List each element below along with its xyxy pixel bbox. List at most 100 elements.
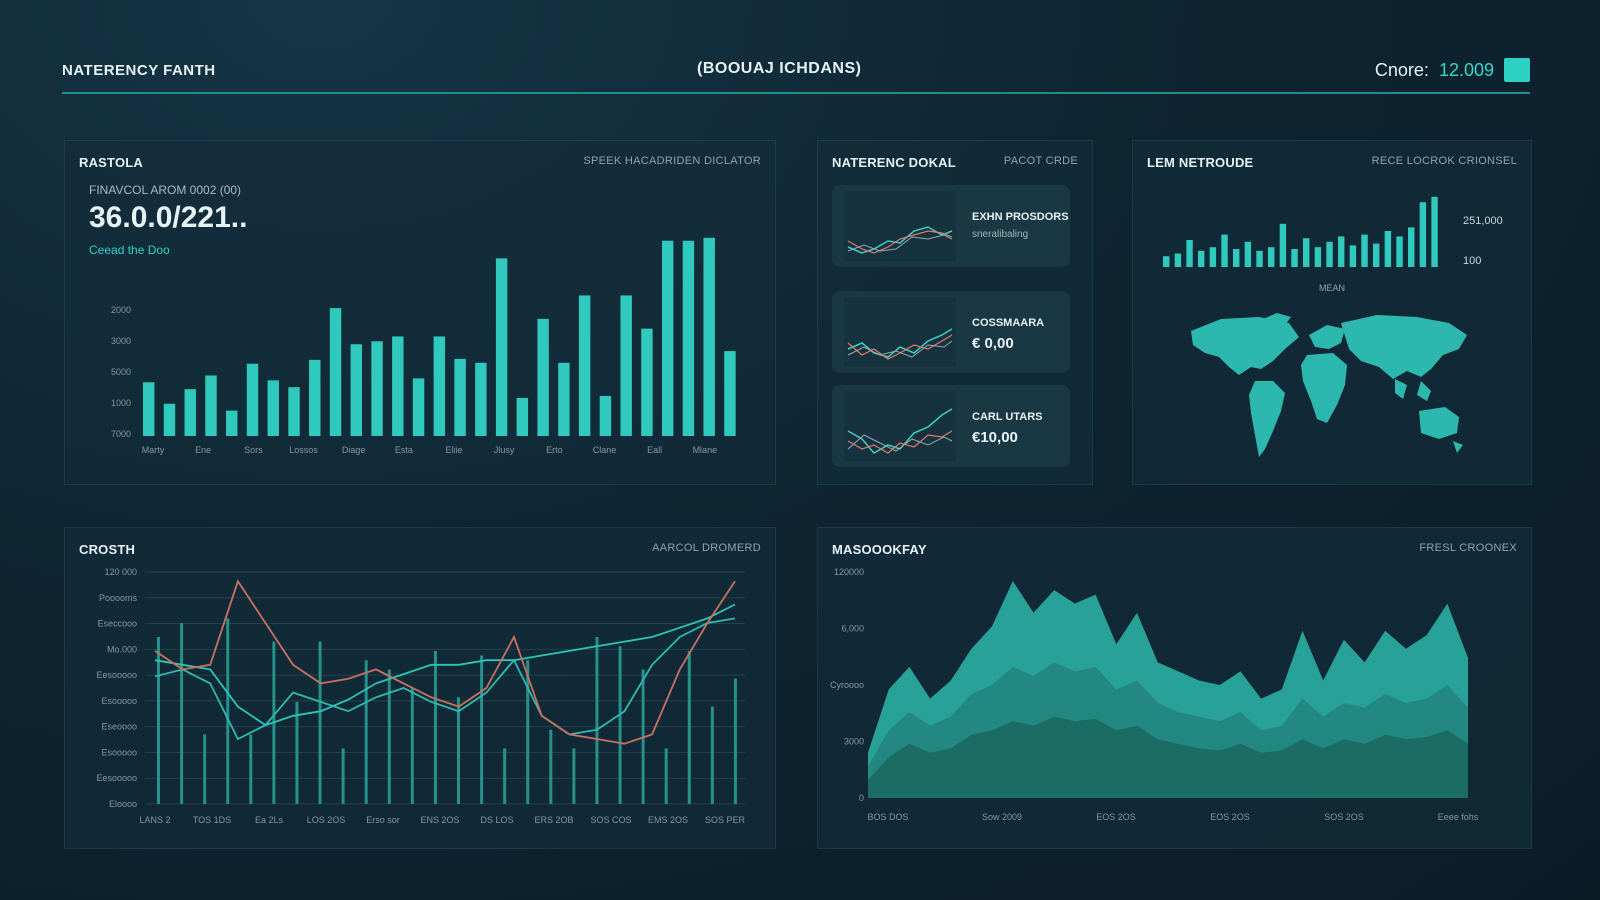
- series-line: [154, 617, 736, 741]
- bar: [1291, 249, 1298, 267]
- y-tick-label: 7000: [111, 429, 131, 439]
- x-tick-label: Sow 2009: [982, 812, 1022, 822]
- bar: [687, 650, 691, 804]
- bar: [392, 336, 404, 436]
- bar: [595, 636, 599, 804]
- bar: [1279, 223, 1287, 267]
- world-map: [1191, 313, 1467, 457]
- bar: [371, 341, 383, 436]
- panel-area: MASOOOKFAY FRESL CROONEX 120000 6,000 Cyro…: [817, 527, 1532, 849]
- y-tick-label: Cyroooo: [830, 680, 864, 690]
- bar: [475, 362, 487, 436]
- x-tick-label: TOS 1DS: [193, 815, 231, 825]
- bar: [1198, 250, 1205, 267]
- bar: [1186, 240, 1193, 267]
- bar: [184, 389, 196, 436]
- mini-card-label: EXHN PROSDORS: [972, 211, 1069, 223]
- bar: [1396, 236, 1403, 267]
- y-tick-label: Eesooooo: [96, 773, 137, 783]
- x-tick-label: Eliie: [445, 445, 462, 455]
- panel-main-bars: RASTOLA SPEEK HACADRIDEN DICLATOR FINAVC…: [64, 140, 776, 485]
- bar: [412, 378, 425, 436]
- bar: [480, 655, 484, 804]
- mini-card-value: € 0,00: [972, 335, 1014, 352]
- bar: [309, 359, 321, 436]
- bar: [1361, 234, 1368, 267]
- y-tick-label: Esooooo: [101, 747, 137, 757]
- x-tick-label: Jlusy: [494, 445, 515, 455]
- top-bar: NATERENCY FANTH (BOOUAJ ICHDANS) Cnore: …: [62, 52, 1530, 94]
- y-tick-label: 0: [859, 793, 864, 803]
- bar: [226, 618, 230, 804]
- bar: [203, 734, 207, 804]
- score-label: Cnore:: [1374, 59, 1429, 80]
- x-tick-label: Erso sor: [366, 815, 400, 825]
- panel-subtitle: PACOT CRDE: [1003, 155, 1078, 167]
- bar: [433, 336, 446, 436]
- bar: [288, 387, 300, 436]
- bar: [157, 636, 160, 804]
- bar: [454, 358, 466, 436]
- bar: [318, 641, 322, 804]
- bar: [267, 380, 279, 436]
- y-tick-label: 2000: [111, 305, 131, 315]
- y-tick-label: 1000: [111, 398, 131, 408]
- x-tick-label: EOS 2OS: [1096, 812, 1136, 822]
- bar: [180, 623, 184, 804]
- bar: [1373, 243, 1380, 267]
- area-chart: 120000 6,000 Cyroooo 3000 0BOS DOS Sow 2009 EO…: [830, 567, 1479, 822]
- bar: [1384, 231, 1392, 267]
- y-tick-label: 3000: [111, 336, 131, 346]
- bar: [1431, 196, 1438, 267]
- panel-mini-cards: NATERENC DOKAL PACOT CRDE EXHN PROSDORS …: [817, 140, 1093, 485]
- x-tick-label: Ene: [195, 445, 211, 455]
- mini-line-chart: [844, 191, 956, 261]
- bar: [433, 650, 437, 804]
- growth-chart: 120 000 Pooooms Eseccooo Mo.000 Eesooooo Esoo…: [96, 567, 746, 825]
- bar: [682, 240, 695, 436]
- x-tick-label: LANS 2: [139, 815, 170, 825]
- score-toggle[interactable]: [1504, 58, 1530, 82]
- y-tick-label: 5000: [111, 367, 131, 377]
- bar-label-top: 251,000: [1463, 215, 1503, 227]
- mini-card-label: COSSMAARA: [972, 317, 1045, 329]
- y-tick-label: Eseccooo: [97, 619, 137, 629]
- x-tick-label: Ea 2Ls: [255, 815, 284, 825]
- bar: [703, 237, 715, 436]
- bar: [1349, 245, 1357, 267]
- mini-card[interactable]: EXHN PROSDORS sneralibaling: [832, 185, 1070, 267]
- y-tick-label: 6,000: [841, 624, 864, 634]
- x-tick-label: Sors: [244, 445, 263, 455]
- mini-card[interactable]: CARL UTARS €10,00: [832, 385, 1070, 467]
- bar: [503, 748, 507, 804]
- bar: [1233, 249, 1240, 267]
- x-tick-label: ERS 2OB: [534, 815, 573, 825]
- y-tick-label: Eseoooo: [101, 722, 137, 732]
- main-bar-chart: 2000 3000 5000 1000 7000 Marty Ene Sors Lossos Di…: [111, 237, 736, 455]
- x-tick-label: Mlane: [693, 445, 718, 455]
- bar: [578, 295, 591, 436]
- bar-label-bottom: 100: [1463, 255, 1482, 267]
- bar: [733, 678, 737, 804]
- bar: [1174, 253, 1182, 267]
- x-tick-label: Esta: [395, 445, 413, 455]
- bar: [143, 382, 155, 436]
- bar: [1326, 241, 1333, 267]
- score-value: 12.009: [1438, 59, 1494, 80]
- y-tick-label: Eesooooo: [96, 670, 137, 680]
- bar: [457, 697, 460, 804]
- x-tick-label: EMS 2OS: [648, 815, 688, 825]
- bar: [1244, 241, 1252, 267]
- y-tick-label: 120 000: [104, 567, 137, 577]
- bar: [163, 403, 176, 436]
- bar: [226, 410, 238, 436]
- mini-card-label: CARL UTARS: [972, 411, 1043, 423]
- dashboard-title: (BOOUAJ ICHDANS): [697, 60, 862, 77]
- mini-line-chart: [844, 391, 956, 461]
- x-tick-label: ENS 2OS: [420, 815, 459, 825]
- x-tick-label: SOS PER: [705, 815, 746, 825]
- x-tick-label: Eall: [647, 445, 662, 455]
- bar: [599, 395, 612, 436]
- bar: [516, 397, 529, 436]
- mini-card[interactable]: COSSMAARA € 0,00: [832, 291, 1070, 373]
